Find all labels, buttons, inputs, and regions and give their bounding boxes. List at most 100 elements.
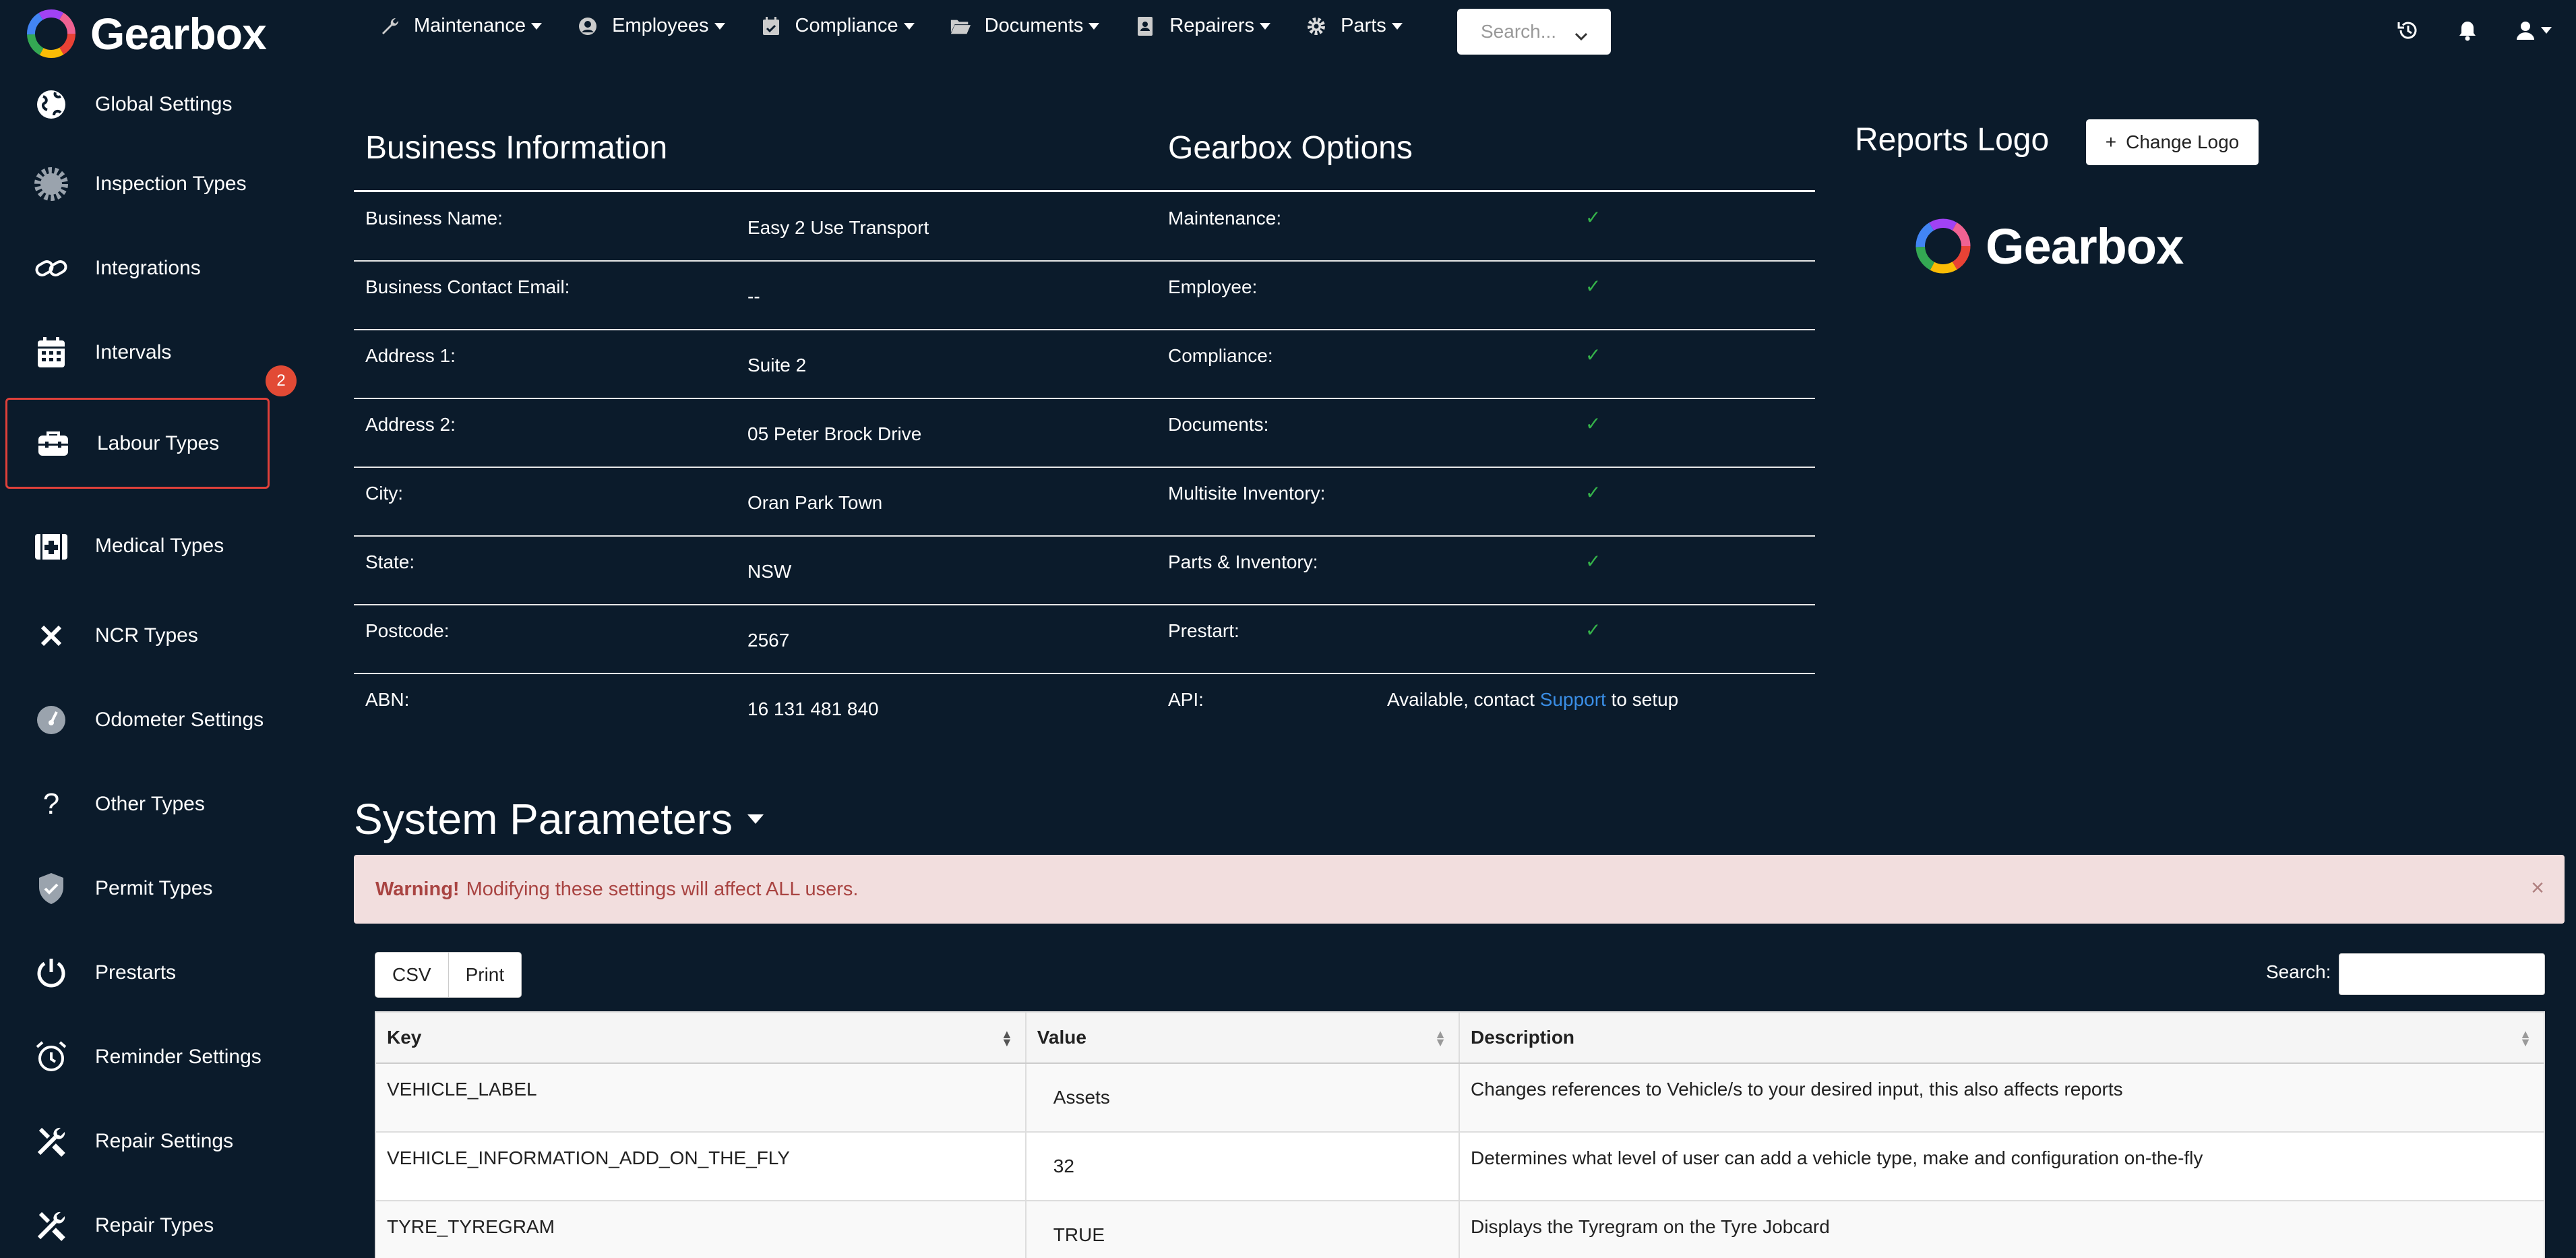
nav-employees[interactable]: Employees: [577, 15, 725, 37]
column-header-label: Key: [387, 1027, 422, 1048]
business-label: ABN:: [365, 689, 410, 710]
sidebar-item-other-types[interactable]: ? Other Types: [5, 762, 270, 846]
nav-parts[interactable]: Parts: [1306, 15, 1403, 37]
print-button[interactable]: Print: [448, 952, 522, 998]
caret-down-icon: [1088, 22, 1100, 30]
toolbox-icon: [34, 425, 72, 462]
section-divider: [354, 190, 1815, 192]
sidebar-item-integrations[interactable]: Integrations: [5, 226, 270, 310]
cell-key: VEHICLE_INFORMATION_ADD_ON_THE_FLY: [376, 1133, 1026, 1200]
column-header-description[interactable]: Description ▲ ▼: [1460, 1013, 2544, 1062]
sidebar-item-labour-types[interactable]: Labour Types: [5, 398, 270, 489]
close-icon[interactable]: ×: [2531, 875, 2544, 901]
link-icon: [32, 249, 70, 287]
sidebar-item-label: Repair Types: [95, 1214, 214, 1236]
api-availability: Available, contact Support to setup: [1387, 689, 1678, 711]
sidebar-item-ncr-types[interactable]: NCR Types: [5, 593, 270, 678]
sidebar-item-permit-types[interactable]: Permit Types: [5, 846, 270, 930]
nav-repairers[interactable]: Repairers: [1134, 15, 1271, 37]
top-right-actions: [2359, 19, 2552, 42]
sidebar-item-prestarts[interactable]: Prestarts: [5, 930, 270, 1015]
cell-value[interactable]: 32: [1026, 1133, 1461, 1200]
caret-down-icon: [747, 814, 764, 824]
cell-value[interactable]: TRUE: [1026, 1201, 1461, 1258]
business-label: Address 1:: [365, 345, 456, 366]
business-label: State:: [365, 551, 415, 572]
check-icon: ✓: [1585, 345, 1601, 365]
cell-value[interactable]: Assets: [1026, 1064, 1461, 1131]
sidebar-item-odometer-settings[interactable]: Odometer Settings: [5, 678, 270, 762]
business-value: NSW: [747, 561, 792, 582]
table-row[interactable]: VEHICLE_INFORMATION_ADD_ON_THE_FLY 32 De…: [376, 1133, 2544, 1201]
sidebar-item-intervals[interactable]: Intervals: [5, 310, 270, 394]
change-logo-button[interactable]: + Change Logo: [2086, 119, 2259, 165]
address-book-icon: [1134, 16, 1156, 37]
sidebar-item-repair-types[interactable]: Repair Types: [5, 1183, 270, 1258]
table-row[interactable]: TYRE_TYREGRAM TRUE Displays the Tyregram…: [376, 1201, 2544, 1258]
sidebar-item-label: Reminder Settings: [95, 1045, 262, 1068]
history-icon[interactable]: [2397, 19, 2420, 42]
csv-button[interactable]: CSV: [375, 952, 449, 998]
nav-employees-label: Employees: [612, 15, 709, 36]
global-search-placeholder: Search...: [1481, 21, 1557, 42]
gear-icon: [1306, 16, 1327, 37]
sidebar-item-reminder-settings[interactable]: Reminder Settings: [5, 1015, 270, 1099]
check-icon: ✓: [1585, 207, 1601, 228]
caret-down-icon: [903, 22, 915, 30]
bell-icon[interactable]: [2457, 20, 2478, 41]
table-search-label: Search:: [2266, 961, 2331, 982]
business-value: 05 Peter Brock Drive: [747, 423, 922, 444]
sidebar-item-label: Labour Types: [97, 431, 220, 454]
caret-down-icon: [2541, 27, 2552, 34]
user-menu-icon[interactable]: [2515, 20, 2552, 40]
system-parameters-toggle[interactable]: System Parameters: [354, 794, 764, 844]
sidebar-item-label: Intervals: [95, 340, 172, 363]
option-label: Prestart:: [1168, 620, 1239, 641]
folder-open-icon: [950, 16, 971, 37]
business-label: Postcode:: [365, 620, 450, 641]
support-link[interactable]: Support: [1540, 689, 1606, 710]
system-parameters-table: Key ▲ ▼ Value ▲ ▼ Description ▲ ▼ VEHICLE_L…: [375, 1011, 2545, 1258]
tools-icon: [32, 1207, 70, 1245]
table-search-input[interactable]: [2339, 953, 2545, 995]
sidebar-item-inspection-types[interactable]: Inspection Types: [5, 142, 270, 226]
nav-parts-label: Parts: [1341, 15, 1386, 36]
column-header-label: Description: [1471, 1027, 1575, 1048]
column-header-key[interactable]: Key ▲ ▼: [376, 1013, 1026, 1062]
top-navbar: Gearbox Maintenance Employees Compliance…: [0, 0, 2576, 67]
gearbox-ring-icon: [1915, 218, 1971, 274]
sort-icon: ▲ ▼: [1434, 1027, 1446, 1049]
table-body: VEHICLE_LABEL Assets Changes references …: [376, 1064, 2544, 1258]
plus-icon: +: [2105, 131, 2117, 152]
alarm-clock-icon: [32, 1038, 70, 1076]
option-label: Compliance:: [1168, 345, 1273, 366]
brand-logo[interactable]: Gearbox: [24, 7, 267, 61]
calendar-icon: [32, 334, 70, 371]
cell-description: Displays the Tyregram on the Tyre Jobcar…: [1471, 1216, 1830, 1237]
nav-maintenance[interactable]: Maintenance: [379, 15, 543, 37]
row-divider: [354, 604, 1815, 605]
option-label: Parts & Inventory:: [1168, 551, 1318, 572]
business-value: Oran Park Town: [747, 492, 883, 513]
business-label: Address 2:: [365, 414, 456, 435]
column-header-value[interactable]: Value ▲ ▼: [1026, 1013, 1460, 1062]
business-value: 2567: [747, 630, 790, 651]
row-divider: [354, 329, 1815, 330]
sidebar-item-medical-types[interactable]: Medical Types: [5, 509, 270, 583]
system-parameters-title: System Parameters: [354, 795, 733, 843]
option-label: Documents:: [1168, 414, 1269, 435]
business-label: Business Name:: [365, 208, 503, 229]
global-search-select[interactable]: Search...: [1457, 9, 1611, 55]
sidebar-item-global-settings[interactable]: Global Settings: [5, 67, 270, 142]
question-icon: ?: [42, 787, 60, 820]
nav-documents[interactable]: Documents: [950, 15, 1100, 37]
nav-compliance[interactable]: Compliance: [760, 15, 915, 37]
table-row[interactable]: VEHICLE_LABEL Assets Changes references …: [376, 1064, 2544, 1133]
reports-logo-preview: Gearbox: [1913, 216, 2184, 276]
brand-name: Gearbox: [90, 9, 267, 59]
warning-text: Modifying these settings will affect ALL…: [466, 878, 859, 900]
sidebar-item-repair-settings[interactable]: Repair Settings: [5, 1099, 270, 1183]
caret-down-icon: [1260, 22, 1271, 30]
user-circle-icon: [577, 16, 599, 37]
check-icon: ✓: [1585, 620, 1601, 640]
